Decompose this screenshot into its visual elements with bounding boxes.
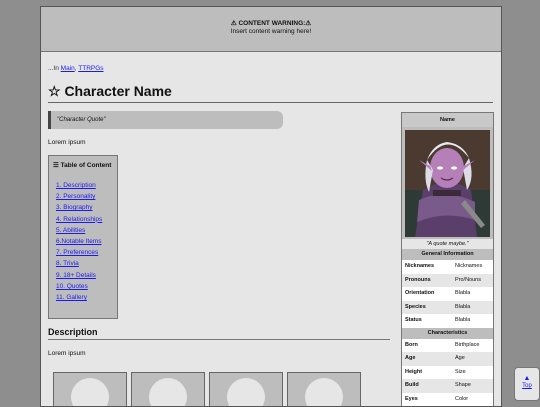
character-infobox: Name "A quote maybe." General Informatio… — [401, 112, 494, 406]
toc-link-notable-items[interactable]: 6.Notable Items — [56, 238, 102, 245]
toc-link-abilities[interactable]: 5. Abilities — [56, 227, 85, 234]
infobox-key: Nicknames — [402, 260, 452, 274]
toc-link-preferences[interactable]: 7. Preferences — [56, 249, 98, 256]
toc-title-label: Table of Content — [60, 162, 112, 169]
infobox-value: Pro/Nouns — [452, 273, 493, 287]
infobox-key: Born — [402, 338, 452, 352]
toc-item: 4. Relationships — [56, 214, 117, 225]
gallery-item[interactable] — [287, 372, 361, 406]
infobox-key: Age — [402, 352, 452, 366]
toc-item: 11. Gallery — [56, 292, 117, 303]
infobox-key: Height — [402, 365, 452, 379]
toc-item: 2. Personality — [56, 191, 117, 202]
infobox-row: Build Shape — [402, 379, 493, 393]
image-placeholder-icon — [71, 378, 109, 406]
breadcrumb-prefix: ...In — [48, 65, 61, 72]
character-portrait-art — [405, 130, 490, 237]
infobox-row: Species Blabla — [402, 300, 493, 314]
infobox-row: Eyes Color — [402, 392, 493, 406]
infobox-value: Blabla — [452, 300, 493, 314]
back-to-top-label: Top — [522, 383, 532, 389]
infobox-caption: "A quote maybe." — [402, 239, 493, 249]
menu-icon: ☰ — [53, 162, 59, 169]
breadcrumb: ...In Main, TTRPGs — [48, 65, 104, 72]
infobox-row: Age Age — [402, 352, 493, 366]
infobox-row: Height Size — [402, 365, 493, 379]
toc-list: 1. Description 2. Personality 3. Biograp… — [56, 180, 117, 303]
toc-item: 10. Quotes — [56, 281, 117, 292]
toc-item: 3. Biography — [56, 202, 117, 213]
toc-link-18-details[interactable]: 9. 18+ Details — [56, 272, 96, 279]
infobox-key: Pronouns — [402, 273, 452, 287]
infobox-row: Status Blabla — [402, 314, 493, 328]
infobox-general-heading: General Information — [402, 249, 493, 260]
toc-item: 5. Abilities — [56, 225, 117, 236]
page-title: ☆ Character Name — [48, 83, 493, 103]
infobox-value: Blabla — [452, 314, 493, 328]
description-text: Lorem ipsum — [48, 350, 86, 357]
description-heading: Description — [48, 327, 390, 340]
toc-link-description[interactable]: 1. Description — [56, 182, 96, 189]
infobox-value: Age — [452, 352, 493, 366]
toc-link-relationships[interactable]: 4. Relationships — [56, 216, 102, 223]
arrow-up-icon: ▲ — [523, 375, 531, 382]
infobox-key: Orientation — [402, 287, 452, 301]
content-warning-text: Insert content warning here! — [230, 28, 312, 35]
infobox-key: Eyes — [402, 392, 452, 406]
character-quote: "Character Quote" — [48, 111, 283, 129]
toc-title: ☰ Table of Content — [53, 161, 117, 170]
toc-item: 6.Notable Items — [56, 236, 117, 247]
infobox-value: Shape — [452, 379, 493, 393]
image-placeholder-icon — [305, 378, 343, 406]
infobox-row: Born Birthplace — [402, 338, 493, 352]
page-container: ⚠ CONTENT WARNING:⚠ Insert content warni… — [40, 6, 502, 407]
infobox-row: Pronouns Pro/Nouns — [402, 273, 493, 287]
image-placeholder-icon — [227, 378, 265, 406]
breadcrumb-link-ttrpgs[interactable]: TTRPGs — [78, 65, 103, 72]
toc-link-biography[interactable]: 3. Biography — [56, 204, 93, 211]
intro-text: Lorem ipsum — [48, 139, 86, 146]
infobox-name: Name — [402, 113, 493, 127]
gallery-item[interactable] — [131, 372, 205, 406]
toc-item: 8. Trivia — [56, 258, 117, 269]
toc-link-personality[interactable]: 2. Personality — [56, 193, 95, 200]
image-placeholder-icon — [149, 378, 187, 406]
toc-link-gallery[interactable]: 11. Gallery — [56, 294, 87, 301]
infobox-key: Build — [402, 379, 452, 393]
toc-item: 9. 18+ Details — [56, 270, 117, 281]
infobox-key: Species — [402, 300, 452, 314]
character-portrait — [405, 130, 490, 237]
content-warning-banner: ⚠ CONTENT WARNING:⚠ Insert content warni… — [41, 7, 501, 52]
table-of-contents: ☰ Table of Content 1. Description 2. Per… — [48, 155, 118, 319]
toc-link-trivia[interactable]: 8. Trivia — [56, 260, 79, 267]
gallery-item[interactable] — [209, 372, 283, 406]
infobox-row: Orientation Blabla — [402, 287, 493, 301]
infobox-value: Size — [452, 365, 493, 379]
infobox-value: Color — [452, 392, 493, 406]
back-to-top-button[interactable]: ▲ Top — [514, 367, 540, 401]
gallery-item[interactable] — [53, 372, 127, 406]
infobox-value: Birthplace — [452, 338, 493, 352]
infobox-characteristics-heading: Characteristics — [402, 327, 493, 339]
infobox-value: Nicknames — [452, 260, 493, 274]
infobox-row: Nicknames Nicknames — [402, 260, 493, 274]
toc-item: 7. Preferences — [56, 247, 117, 258]
breadcrumb-link-main[interactable]: Main — [61, 65, 75, 72]
toc-item: 1. Description — [56, 180, 117, 191]
infobox-key: Status — [402, 314, 452, 328]
infobox-value: Blabla — [452, 287, 493, 301]
content-warning-title: ⚠ CONTENT WARNING:⚠ — [230, 20, 312, 27]
toc-link-quotes[interactable]: 10. Quotes — [56, 283, 88, 290]
